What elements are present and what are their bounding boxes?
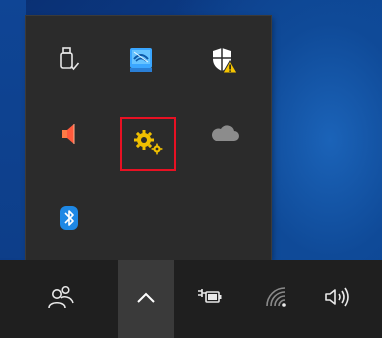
show-hidden-icons-button[interactable] [118,260,174,338]
tray-item-usb[interactable] [45,38,93,86]
tray-item-settings-gears[interactable] [120,117,176,171]
tray-item-speaker[interactable] [45,112,93,160]
windows-security-warning-icon [209,45,239,79]
tray-item-onedrive[interactable] [200,112,248,160]
speaker-muted-icon [55,120,83,152]
network-app-icon [126,45,156,79]
taskbar-volume-button[interactable] [316,260,360,338]
desktop-left-strip [0,0,26,258]
bluetooth-icon [58,204,80,236]
onedrive-cloud-icon [208,123,240,149]
usb-safely-remove-icon [55,46,83,78]
volume-icon [323,285,353,313]
tray-item-bluetooth[interactable] [45,196,93,244]
wifi-icon [263,284,289,314]
taskbar-wifi-button[interactable] [256,260,296,338]
tray-item-windows-security[interactable] [200,38,248,86]
people-icon [46,282,76,316]
tray-item-network-app[interactable] [117,38,165,86]
show-hidden-icons-chevron-up-icon [135,290,157,309]
taskbar-power-button[interactable] [186,260,232,338]
power-battery-icon [194,285,224,313]
taskbar [0,260,382,338]
taskbar-people-button[interactable] [36,260,86,338]
notification-area-overflow-flyout [26,16,271,260]
settings-gears-icon [132,128,164,160]
